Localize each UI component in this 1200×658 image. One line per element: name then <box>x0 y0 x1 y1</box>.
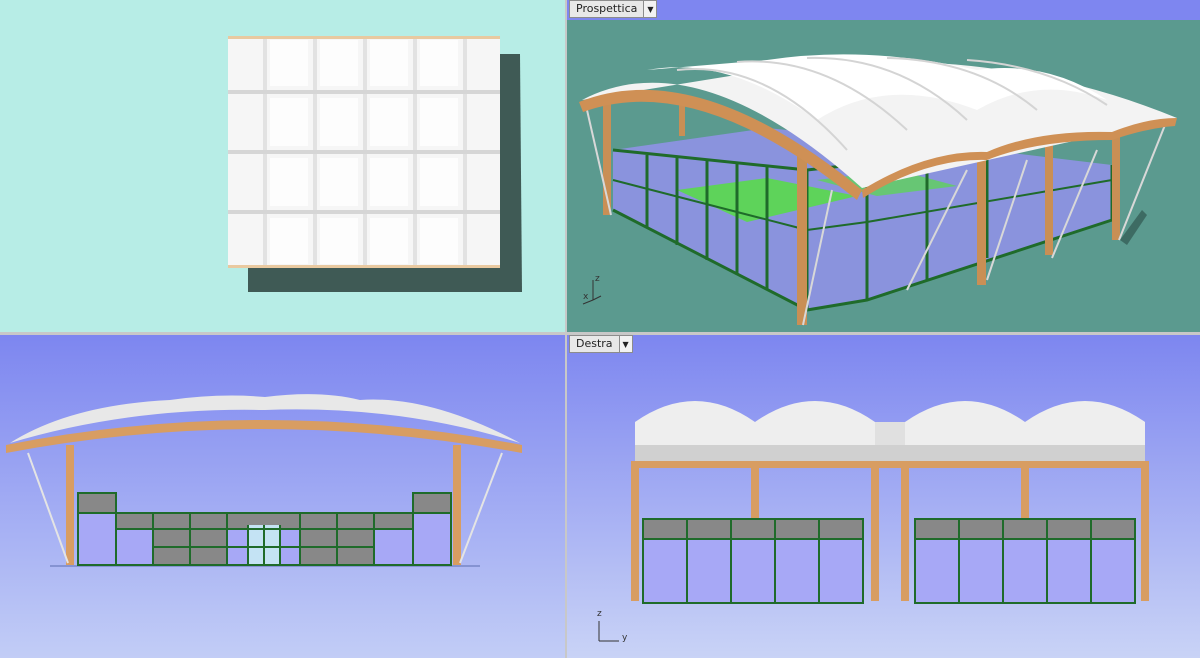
viewport-label-right[interactable]: Destra ▼ <box>569 335 633 353</box>
column-right <box>453 445 461 565</box>
viewport-front[interactable] <box>0 335 565 658</box>
ridge-beam <box>631 461 1147 468</box>
roof-membrane-top <box>228 36 500 268</box>
axis-y-label: y <box>622 633 628 643</box>
right-view-canvas <box>598 401 1149 642</box>
curved-glulam-beam-front <box>6 420 522 453</box>
viewport-right[interactable]: Destra ▼ z y <box>567 335 1200 658</box>
viewport-name: Prospettica <box>576 2 638 15</box>
chevron-down-icon[interactable]: ▼ <box>643 1 657 17</box>
viewport-top[interactable] <box>0 0 565 332</box>
top-view-canvas <box>228 36 522 292</box>
perspective-view-canvas <box>579 54 1177 326</box>
viewport-perspective[interactable]: Prospettica ▼ z x <box>567 0 1200 332</box>
axis-gizmo-icon <box>598 621 619 642</box>
chevron-down-icon[interactable]: ▼ <box>618 336 632 352</box>
column-left <box>66 445 74 565</box>
glass-facade-right <box>643 519 1135 603</box>
viewport-name: Destra <box>576 337 613 350</box>
axis-gizmo-icon <box>582 280 602 305</box>
front-view-canvas <box>6 394 522 567</box>
viewport-label-perspective[interactable]: Prospettica ▼ <box>569 0 658 18</box>
axis-z-label: z <box>597 609 602 619</box>
